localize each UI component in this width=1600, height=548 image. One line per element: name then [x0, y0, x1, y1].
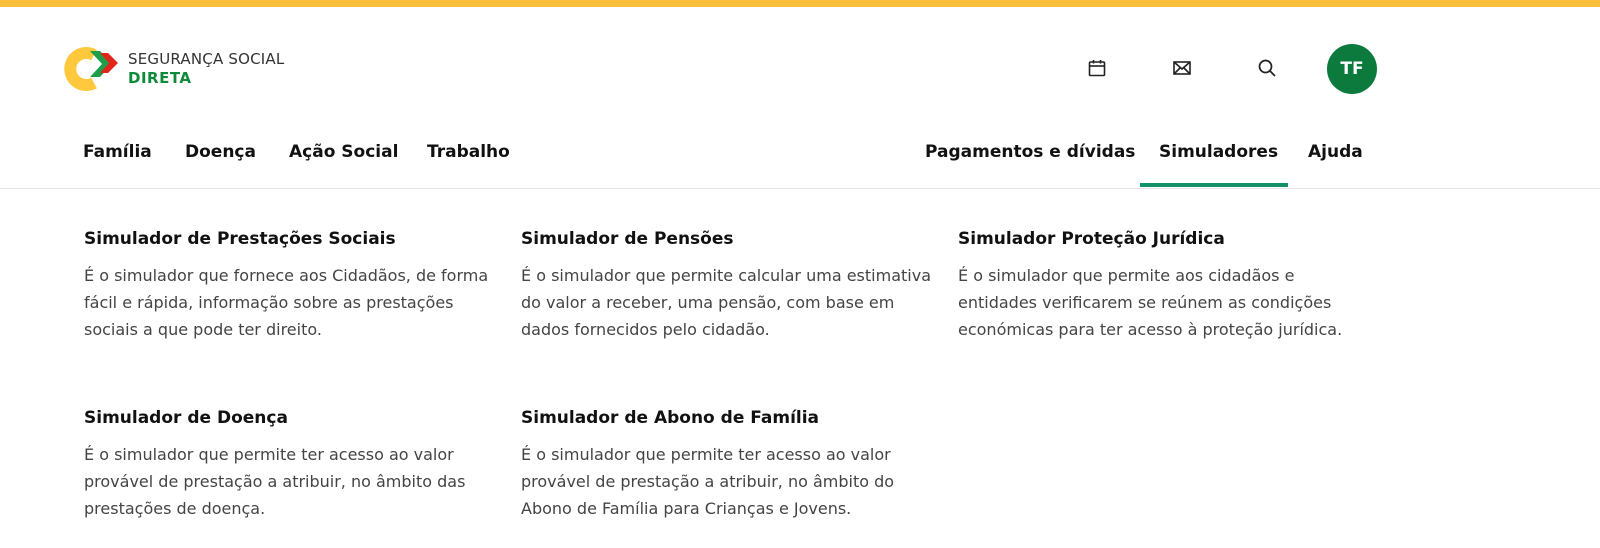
simulator-title[interactable]: Simulador de Abono de Família [521, 407, 941, 429]
nav-item-simuladores[interactable]: Simuladores [1159, 142, 1278, 162]
mail-icon [1173, 61, 1191, 75]
nav-item-pagamentos-dividas[interactable]: Pagamentos e dívidas [925, 142, 1135, 162]
simulator-description: É o simulador que fornece aos Cidadãos, … [84, 266, 489, 339]
simulator-card-prestacoes-sociais[interactable]: Simulador de Prestações Sociais É o simu… [84, 228, 504, 343]
nav-divider [0, 188, 1600, 189]
simulator-title[interactable]: Simulador de Pensões [521, 228, 941, 250]
nav-item-trabalho[interactable]: Trabalho [427, 142, 510, 162]
brand-name: SEGURANÇA SOCIAL [128, 50, 285, 68]
simulator-title[interactable]: Simulador Proteção Jurídica [958, 228, 1378, 250]
messages-button[interactable] [1168, 54, 1196, 82]
nav-active-indicator [1140, 183, 1288, 187]
calendar-icon [1088, 60, 1106, 77]
simulator-description: É o simulador que permite calcular uma e… [521, 266, 931, 339]
simulator-description: É o simulador que permite ter acesso ao … [521, 445, 895, 518]
search-icon [1258, 59, 1276, 77]
search-button[interactable] [1253, 54, 1281, 82]
simulator-card-pensoes[interactable]: Simulador de Pensões É o simulador que p… [521, 228, 941, 343]
simulator-card-abono-familia[interactable]: Simulador de Abono de Família É o simula… [521, 407, 941, 522]
nav-item-doenca[interactable]: Doença [185, 142, 256, 162]
simulator-title[interactable]: Simulador de Prestações Sociais [84, 228, 504, 250]
nav-item-acao-social[interactable]: Ação Social [289, 142, 398, 162]
logo[interactable]: SEGURANÇA SOCIAL DIRETA [64, 44, 304, 94]
simulator-description: É o simulador que permite ter acesso ao … [84, 445, 466, 518]
simulator-description: É o simulador que permite aos cidadãos e… [958, 266, 1343, 339]
seguranca-social-logo-icon [64, 47, 118, 91]
simulator-card-doenca[interactable]: Simulador de Doença É o simulador que pe… [84, 407, 504, 522]
top-accent-bar [0, 0, 1600, 7]
brand-subname: DIRETA [128, 69, 192, 87]
simulator-card-protecao-juridica[interactable]: Simulador Proteção Jurídica É o simulado… [958, 228, 1378, 343]
calendar-button[interactable] [1083, 54, 1111, 82]
nav-item-familia[interactable]: Família [83, 142, 152, 162]
user-avatar[interactable]: TF [1327, 44, 1377, 94]
simulator-title[interactable]: Simulador de Doença [84, 407, 504, 429]
nav-item-ajuda[interactable]: Ajuda [1308, 142, 1363, 162]
